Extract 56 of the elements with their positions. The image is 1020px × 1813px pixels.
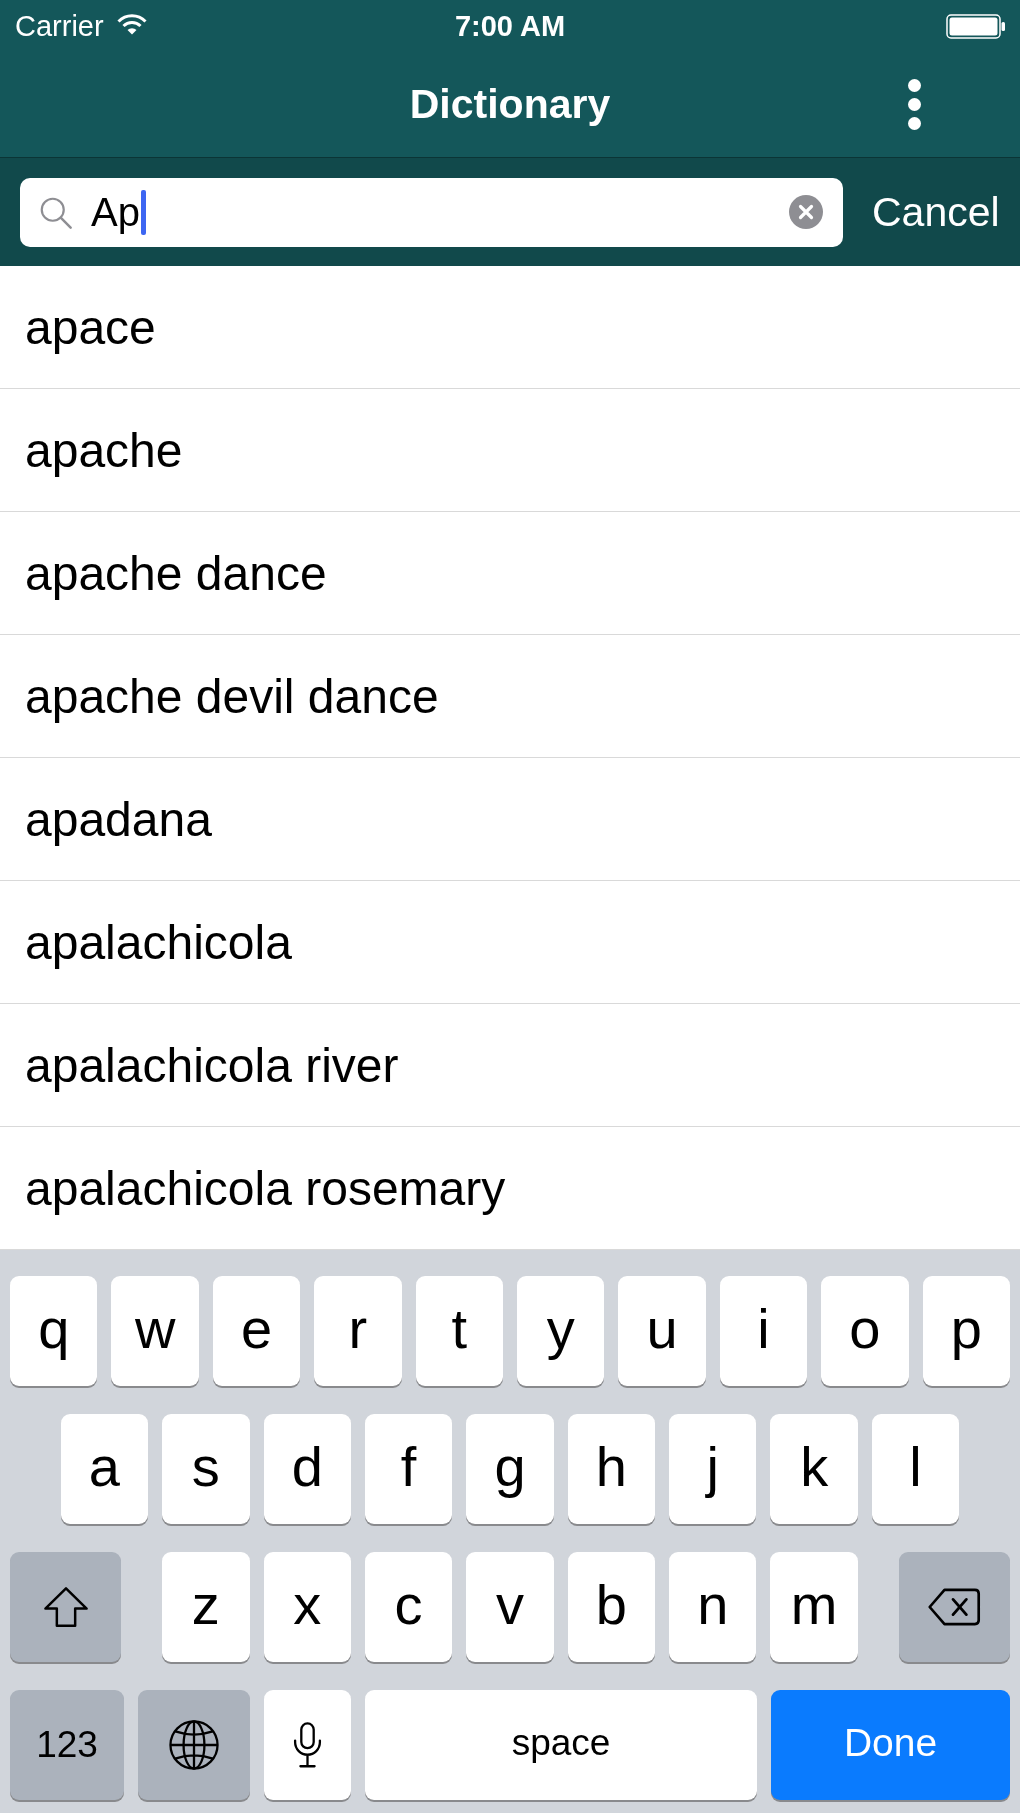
letter-key[interactable]: g	[466, 1414, 554, 1524]
letter-key[interactable]: o	[821, 1276, 909, 1386]
clear-icon[interactable]	[789, 195, 823, 229]
letter-key[interactable]: t	[415, 1276, 503, 1386]
result-row[interactable]: apalachicola river	[0, 1004, 1020, 1127]
done-key[interactable]: Done	[771, 1690, 1010, 1800]
letter-key[interactable]: d	[263, 1414, 351, 1524]
numbers-key[interactable]: 123	[10, 1690, 124, 1800]
space-key[interactable]: space	[365, 1690, 757, 1800]
letter-key[interactable]: a	[60, 1414, 149, 1524]
search-field[interactable]: Ap	[20, 177, 843, 247]
letter-key[interactable]: l	[871, 1414, 960, 1524]
letter-key[interactable]: k	[770, 1414, 858, 1524]
search-icon	[39, 195, 72, 229]
shift-icon	[42, 1586, 89, 1628]
result-row[interactable]: apache dance	[0, 512, 1020, 635]
globe-icon	[169, 1720, 219, 1770]
letter-key[interactable]: y	[517, 1276, 605, 1386]
letter-key[interactable]: w	[111, 1276, 199, 1386]
carrier-label: Carrier	[15, 9, 104, 43]
letter-key[interactable]: j	[669, 1414, 757, 1524]
microphone-icon	[293, 1722, 322, 1768]
letter-key[interactable]: z	[162, 1552, 250, 1662]
letter-key[interactable]: u	[618, 1276, 706, 1386]
letter-key[interactable]: r	[314, 1276, 402, 1386]
letter-key[interactable]: q	[10, 1276, 98, 1386]
backspace-key[interactable]	[898, 1552, 1010, 1662]
status-time: 7:00 AM	[454, 9, 566, 43]
result-row[interactable]: apache devil dance	[0, 635, 1020, 758]
nav-title: Dictionary	[409, 81, 611, 128]
result-row[interactable]: apace	[0, 266, 1020, 389]
letter-key[interactable]: i	[719, 1276, 808, 1386]
wifi-icon	[116, 13, 147, 35]
text-cursor	[140, 189, 146, 235]
letter-key[interactable]: x	[263, 1552, 351, 1662]
more-icon[interactable]	[908, 79, 921, 130]
cancel-button[interactable]: Cancel	[872, 188, 1000, 236]
shift-key[interactable]	[10, 1552, 122, 1662]
letter-key[interactable]: c	[364, 1552, 453, 1662]
microphone-key[interactable]	[264, 1690, 351, 1800]
battery-icon	[946, 13, 1005, 39]
letter-key[interactable]: b	[567, 1552, 656, 1662]
backspace-icon	[927, 1588, 982, 1626]
letter-key[interactable]: h	[567, 1414, 656, 1524]
letter-key[interactable]: m	[770, 1552, 858, 1662]
result-row[interactable]: apalachicola	[0, 881, 1020, 1004]
result-row[interactable]: apadana	[0, 758, 1020, 881]
globe-key[interactable]	[138, 1690, 250, 1800]
search-text: Ap	[91, 189, 140, 235]
letter-key[interactable]: s	[162, 1414, 250, 1524]
letter-key[interactable]: v	[466, 1552, 554, 1662]
result-row[interactable]: apache	[0, 389, 1020, 512]
letter-key[interactable]: n	[669, 1552, 757, 1662]
letter-key[interactable]: p	[922, 1276, 1010, 1386]
letter-key[interactable]: e	[212, 1276, 301, 1386]
letter-key[interactable]: f	[364, 1414, 453, 1524]
